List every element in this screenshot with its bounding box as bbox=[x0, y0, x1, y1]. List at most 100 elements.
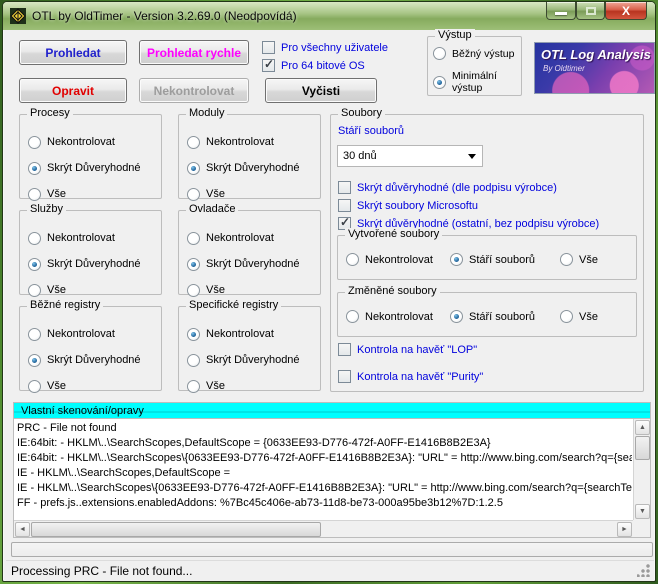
maximize-button[interactable] bbox=[576, 2, 605, 20]
os64-checkbox-box[interactable] bbox=[262, 59, 275, 72]
bezne-registry-option-nekontrolovat[interactable]: Nekontrolovat bbox=[28, 321, 161, 347]
modified-files-option-nekontrolovat[interactable]: Nekontrolovat bbox=[346, 310, 450, 323]
lop-checkbox[interactable]: Kontrola na havěť "LOP" bbox=[338, 343, 477, 356]
ovladace-radio-nekontrolovat[interactable] bbox=[187, 232, 200, 245]
group-moduly: Moduly Nekontrolovat Skrýt Důveryhodné V… bbox=[178, 114, 321, 199]
log-line: IE - HKLM\..\SearchScopes,DefaultScope = bbox=[17, 466, 632, 481]
horizontal-scrollbar[interactable]: ◄ ► bbox=[14, 520, 633, 537]
otl-log-analysis-logo: OTL Log Analysis By Oldtimer bbox=[534, 42, 655, 94]
sluzby-option-skryt[interactable]: Skrýt Důveryhodné bbox=[28, 251, 161, 277]
specificke-registry-radio-vse[interactable] bbox=[187, 380, 200, 393]
custom-scan-section: Vlastní skenování/opravy PRC - File not … bbox=[13, 402, 651, 538]
moduly-radio-skryt[interactable] bbox=[187, 162, 200, 175]
created-files-radio-vse[interactable] bbox=[560, 253, 573, 266]
output-option-normal-radio[interactable] bbox=[433, 47, 446, 60]
sluzby-radio-vse[interactable] bbox=[28, 284, 41, 297]
procesy-radio-vse[interactable] bbox=[28, 188, 41, 201]
minimize-button[interactable] bbox=[546, 2, 576, 20]
created-files-radio-stari[interactable] bbox=[450, 253, 463, 266]
purity-checkbox-box[interactable] bbox=[338, 370, 351, 383]
specificke-registry-option-nekontrolovat[interactable]: Nekontrolovat bbox=[187, 321, 320, 347]
bezne-registry-radio-nekontrolovat[interactable] bbox=[28, 328, 41, 341]
modified-files-radio-nekontrolovat[interactable] bbox=[346, 310, 359, 323]
bezne-registry-option-vse[interactable]: Vše bbox=[28, 373, 161, 399]
output-option-minimal-radio[interactable] bbox=[433, 76, 446, 89]
group-moduly-title: Moduly bbox=[186, 107, 227, 119]
all-users-checkbox-box[interactable] bbox=[262, 41, 275, 54]
hide-microsoft-files-checkbox[interactable]: Skrýt soubory Microsoftu bbox=[338, 199, 478, 212]
sluzby-radio-skryt[interactable] bbox=[28, 258, 41, 271]
procesy-option-nekontrolovat[interactable]: Nekontrolovat bbox=[28, 129, 161, 155]
modified-files-option-stari[interactable]: Stáří souborů bbox=[450, 310, 560, 323]
sluzby-radio-nekontrolovat[interactable] bbox=[28, 232, 41, 245]
moduly-option-nekontrolovat[interactable]: Nekontrolovat bbox=[187, 129, 320, 155]
ovladace-label-vse: Vše bbox=[206, 284, 225, 296]
ovladace-radio-skryt[interactable] bbox=[187, 258, 200, 271]
modified-files-radio-vse[interactable] bbox=[560, 310, 573, 323]
specificke-registry-label-nekontrolovat: Nekontrolovat bbox=[206, 328, 274, 340]
sluzby-option-nekontrolovat[interactable]: Nekontrolovat bbox=[28, 225, 161, 251]
group-sluzby-title: Služby bbox=[27, 203, 66, 215]
purity-checkbox[interactable]: Kontrola na havěť "Purity" bbox=[338, 370, 483, 383]
moduly-option-skryt[interactable]: Skrýt Důveryhodné bbox=[187, 155, 320, 181]
created-files-option-nekontrolovat[interactable]: Nekontrolovat bbox=[346, 253, 450, 266]
hide-trusted-signed-checkbox-box[interactable] bbox=[338, 181, 351, 194]
created-files-option-vse[interactable]: Vše bbox=[560, 253, 598, 266]
procesy-radio-skryt[interactable] bbox=[28, 162, 41, 175]
logo-subtitle: By Oldtimer bbox=[535, 62, 654, 73]
output-option-minimal[interactable]: Minimální výstup bbox=[428, 60, 521, 94]
group-zmenene-soubory: Změněné soubory Nekontrolovat Stáří soub… bbox=[337, 292, 637, 337]
file-age-dropdown[interactable]: 30 dnů bbox=[337, 145, 483, 167]
horizontal-scroll-thumb[interactable] bbox=[31, 522, 321, 537]
modified-files-radio-stari[interactable] bbox=[450, 310, 463, 323]
close-button[interactable]: X bbox=[605, 2, 647, 20]
procesy-option-skryt[interactable]: Skrýt Důveryhodné bbox=[28, 155, 161, 181]
lop-checkbox-box[interactable] bbox=[338, 343, 351, 356]
ovladace-option-nekontrolovat[interactable]: Nekontrolovat bbox=[187, 225, 320, 251]
vertical-scrollbar[interactable]: ▲ ▼ bbox=[633, 419, 650, 520]
bezne-registry-option-skryt[interactable]: Skrýt Důveryhodné bbox=[28, 347, 161, 373]
clean-button[interactable]: Vyčisti bbox=[265, 78, 377, 103]
specificke-registry-option-skryt[interactable]: Skrýt Důveryhodné bbox=[187, 347, 320, 373]
quick-scan-button[interactable]: Prohledat rychle bbox=[139, 40, 249, 65]
bezne-registry-radio-vse[interactable] bbox=[28, 380, 41, 393]
log-text[interactable]: PRC - File not found IE:64bit: - HKLM\..… bbox=[17, 421, 632, 520]
scroll-left-icon[interactable]: ◄ bbox=[15, 522, 30, 537]
bezne-registry-radio-skryt[interactable] bbox=[28, 354, 41, 367]
specificke-registry-label-skryt: Skrýt Důveryhodné bbox=[206, 354, 300, 366]
log-line: FF - prefs.js..extensions.enabledAddons:… bbox=[17, 496, 632, 511]
none-button: Nekontrolovat bbox=[139, 78, 249, 103]
ovladace-option-skryt[interactable]: Skrýt Důveryhodné bbox=[187, 251, 320, 277]
logo-title: OTL Log Analysis bbox=[535, 43, 654, 62]
specificke-registry-radio-nekontrolovat[interactable] bbox=[187, 328, 200, 341]
scroll-up-icon[interactable]: ▲ bbox=[635, 420, 650, 435]
created-files-option-stari[interactable]: Stáří souborů bbox=[450, 253, 560, 266]
scroll-right-icon[interactable]: ► bbox=[617, 522, 632, 537]
group-vytvorene-soubory: Vytvořené soubory Nekontrolovat Stáří so… bbox=[337, 235, 637, 280]
all-users-checkbox[interactable]: Pro všechny uživatele bbox=[262, 41, 388, 54]
custom-scan-textarea[interactable]: PRC - File not found IE:64bit: - HKLM\..… bbox=[14, 418, 650, 537]
scan-button[interactable]: Prohledat bbox=[19, 40, 127, 65]
hide-microsoft-files-checkbox-box[interactable] bbox=[338, 199, 351, 212]
os64-checkbox[interactable]: Pro 64 bitové OS bbox=[262, 59, 365, 72]
resize-grip-icon[interactable] bbox=[637, 564, 650, 577]
moduly-radio-nekontrolovat[interactable] bbox=[187, 136, 200, 149]
moduly-radio-vse[interactable] bbox=[187, 188, 200, 201]
modified-files-option-vse[interactable]: Vše bbox=[560, 310, 598, 323]
procesy-radio-nekontrolovat[interactable] bbox=[28, 136, 41, 149]
sluzby-label-skryt: Skrýt Důveryhodné bbox=[47, 258, 141, 270]
titlebar[interactable]: OTL by OldTimer - Version 3.2.69.0 (Neod… bbox=[3, 2, 655, 30]
log-line: PRC - File not found bbox=[17, 421, 632, 436]
ovladace-label-skryt: Skrýt Důveryhodné bbox=[206, 258, 300, 270]
hide-trusted-signed-checkbox[interactable]: Skrýt důvěryhodné (dle podpisu výrobce) bbox=[338, 181, 557, 194]
created-files-radio-nekontrolovat[interactable] bbox=[346, 253, 359, 266]
custom-scan-header: Vlastní skenování/opravy bbox=[14, 403, 650, 418]
fix-button[interactable]: Opravit bbox=[19, 78, 127, 103]
specificke-registry-option-vse[interactable]: Vše bbox=[187, 373, 320, 399]
custom-scan-title: Vlastní skenování/opravy bbox=[21, 405, 144, 417]
sluzby-label-vse: Vše bbox=[47, 284, 66, 296]
scroll-down-icon[interactable]: ▼ bbox=[635, 504, 650, 519]
ovladace-radio-vse[interactable] bbox=[187, 284, 200, 297]
specificke-registry-radio-skryt[interactable] bbox=[187, 354, 200, 367]
vertical-scroll-thumb[interactable] bbox=[635, 436, 650, 460]
